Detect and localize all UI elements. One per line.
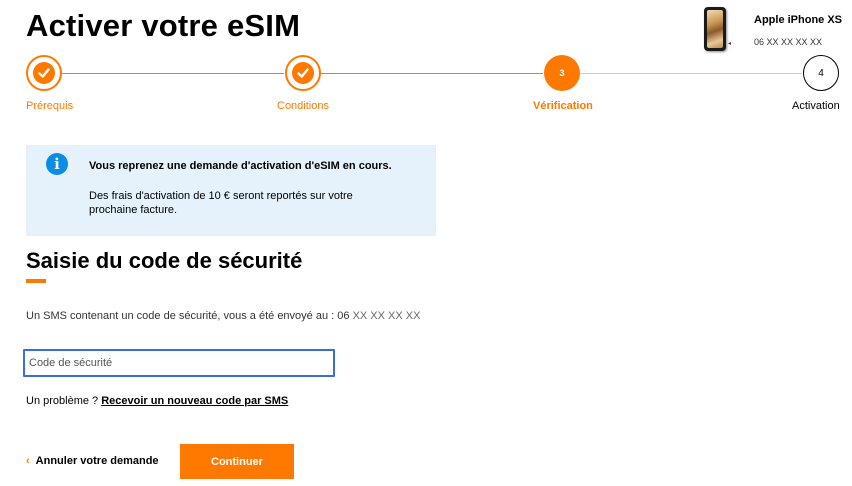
- check-icon: [33, 62, 55, 84]
- step-connector-1: [62, 73, 284, 74]
- resend-code-link[interactable]: Recevoir un nouveau code par SMS: [101, 395, 288, 407]
- section-title: Saisie du code de sécurité: [26, 248, 303, 273]
- step-4-circle: 4: [803, 55, 839, 91]
- step-connector-2: [321, 73, 543, 74]
- step-4-label: Activation: [792, 100, 840, 112]
- device-name: Apple iPhone XS: [754, 14, 843, 26]
- page-title: Activer votre eSIM: [26, 8, 301, 43]
- step-1-label: Prérequis: [26, 100, 74, 112]
- info-icon: i: [46, 153, 68, 175]
- step-3-label: Vérification: [533, 100, 593, 112]
- info-text: Des frais d'activation de 10 € seront re…: [89, 190, 353, 216]
- problem-text: Un problème ?: [26, 395, 102, 407]
- section-underline: [26, 279, 46, 283]
- cancel-request-link[interactable]: ‹ Annuler votre demande: [26, 455, 159, 467]
- sms-number-masked: XX XX XX XX: [352, 310, 421, 322]
- chevron-left-icon: ‹: [26, 455, 30, 467]
- device-number: 06 XX XX XX XX: [754, 37, 823, 47]
- check-icon: [292, 62, 314, 84]
- problem-line: Un problème ? Recevoir un nouveau code p…: [26, 395, 288, 407]
- sms-number-prefix: 06: [337, 310, 350, 322]
- step-3-circle: 3: [544, 55, 580, 91]
- sms-info: Un SMS contenant un code de sécurité, vo…: [26, 310, 420, 322]
- step-connector-3: [580, 73, 802, 74]
- cancel-label: Annuler votre demande: [35, 455, 159, 467]
- sms-info-text: Un SMS contenant un code de sécurité, vo…: [26, 310, 338, 322]
- continue-button[interactable]: Continuer: [180, 444, 294, 479]
- info-banner: i Vous reprenez une demande d'activation…: [26, 145, 436, 236]
- step-2-circle: [285, 55, 321, 91]
- step-1-circle: [26, 55, 62, 91]
- step-2-label: Conditions: [277, 100, 329, 112]
- device-small-icon: ◂: [728, 41, 732, 47]
- phone-image: [704, 7, 726, 51]
- security-code-input[interactable]: [23, 349, 335, 377]
- info-title: Vous reprenez une demande d'activation d…: [89, 160, 392, 172]
